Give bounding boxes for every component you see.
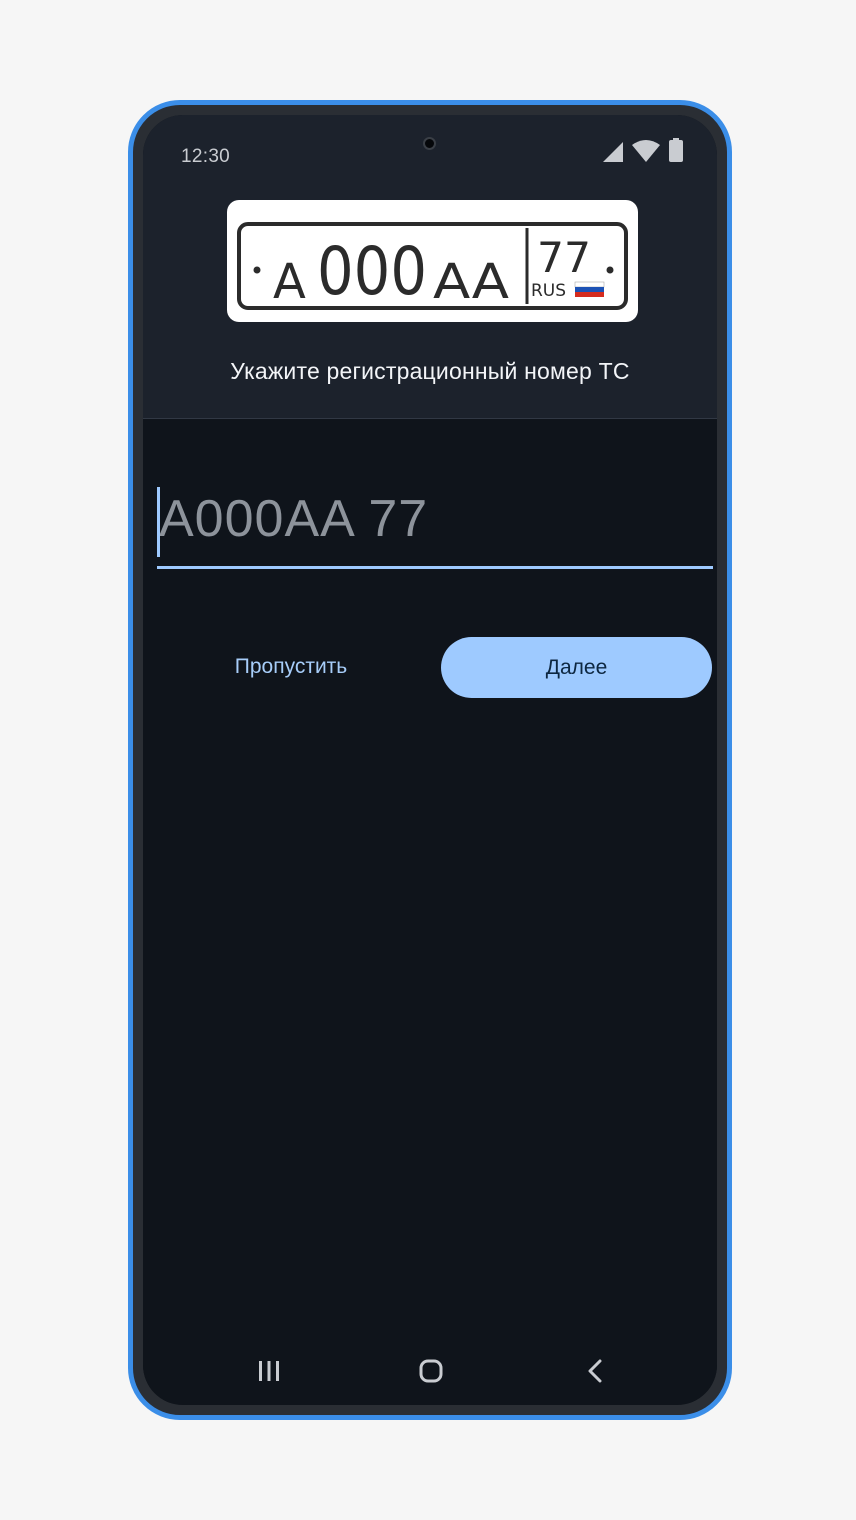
back-button[interactable] (569, 1347, 621, 1399)
cellular-signal-icon (603, 142, 623, 162)
plate-number-field[interactable] (157, 475, 713, 569)
next-button[interactable]: Далее (441, 637, 712, 698)
back-icon (587, 1359, 603, 1388)
system-nav-bar (143, 1343, 717, 1403)
front-camera (423, 137, 436, 150)
page-title: Укажите регистрационный номер ТС (230, 358, 630, 384)
russia-flag-icon (574, 281, 605, 297)
license-plate-illustration: A 000 AA 77 RUS (227, 200, 638, 322)
battery-icon (669, 138, 683, 162)
skip-button[interactable]: Пропустить (181, 637, 401, 697)
wifi-icon (632, 140, 660, 162)
plate-country: RUS (531, 281, 566, 301)
home-icon (419, 1359, 443, 1388)
status-icons (603, 138, 683, 162)
header: 12:30 A 000 AA 77 RUS Укажите регистраци… (143, 115, 717, 419)
app-screen: 12:30 A 000 AA 77 RUS Укажите регистраци… (143, 115, 717, 1405)
phone-frame: 12:30 A 000 AA 77 RUS Укажите регистраци… (128, 100, 732, 1420)
text-cursor (157, 487, 160, 557)
plate-number-input[interactable] (157, 475, 713, 563)
plate-letter-left: A (273, 254, 306, 310)
recent-apps-icon (257, 1360, 281, 1387)
status-time: 12:30 (181, 146, 231, 167)
plate-letters-right: AA (433, 254, 509, 310)
home-button[interactable] (405, 1347, 457, 1399)
plate-digits: 000 (317, 233, 427, 310)
recent-apps-button[interactable] (243, 1347, 295, 1399)
plate-region: 77 (537, 233, 591, 282)
